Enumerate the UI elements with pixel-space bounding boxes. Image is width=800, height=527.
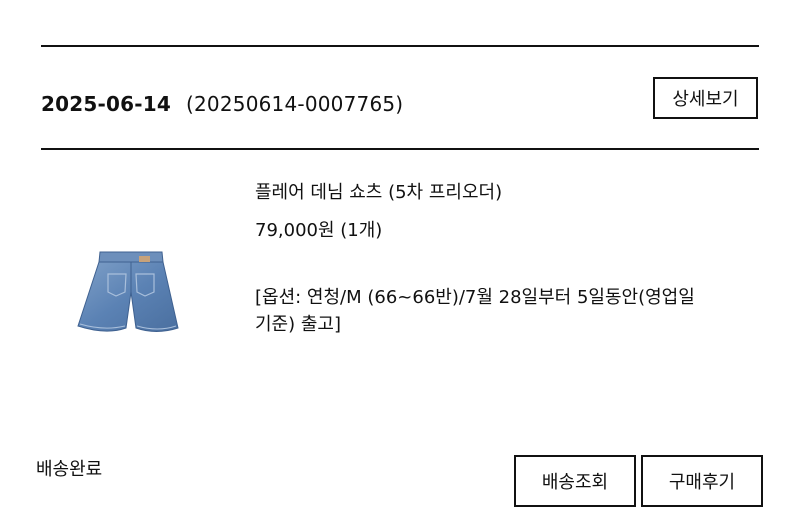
view-details-button[interactable]: 상세보기: [653, 77, 758, 119]
top-divider: [41, 45, 759, 47]
product-name[interactable]: 플레어 데님 쇼츠 (5차 프리오더): [255, 178, 502, 204]
order-date: 2025-06-14: [41, 92, 171, 116]
product-price: 79,000원 (1개): [255, 220, 383, 241]
delivery-status: 배송완료: [36, 459, 103, 480]
order-number: (20250614-0007765): [186, 92, 404, 116]
write-review-button[interactable]: 구매후기: [641, 455, 763, 507]
header-divider: [41, 148, 759, 150]
track-delivery-button[interactable]: 배송조회: [514, 455, 636, 507]
denim-shorts-icon: [77, 251, 179, 332]
product-options-line-1: [옵션: 연청/M (66~66반)/7월 28일부터 5일동안(영업일: [255, 287, 695, 308]
product-options: [옵션: 연청/M (66~66반)/7월 28일부터 5일동안(영업일 기준)…: [255, 284, 775, 338]
product-options-line-2: 기준) 출고]: [255, 314, 342, 335]
product-image[interactable]: [70, 238, 186, 342]
